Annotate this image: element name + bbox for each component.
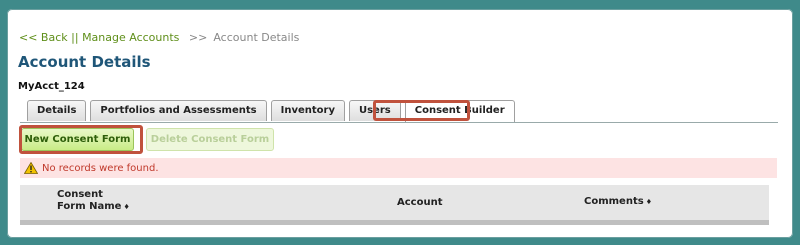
tab-details[interactable]: Details (27, 100, 87, 121)
tab-consent-builder[interactable]: Consent Builder (404, 100, 515, 122)
new-consent-form-button[interactable]: New Consent Form (21, 128, 134, 151)
account-name: MyAcct_124 (18, 81, 85, 92)
warning-icon (24, 162, 38, 174)
breadcrumb-current: Account Details (213, 31, 300, 44)
alert-message: No records were found. (42, 162, 159, 174)
column-name-line1: Consent (57, 189, 103, 200)
column-account: Account (397, 197, 443, 208)
no-records-alert: No records were found. (20, 158, 777, 178)
tab-inventory[interactable]: Inventory (270, 100, 345, 121)
app-frame: << Back || Manage Accounts >> Account Det… (7, 9, 793, 238)
back-link[interactable]: << Back (19, 31, 68, 44)
column-comments-label: Comments (584, 196, 644, 207)
page-title: Account Details (18, 53, 151, 71)
column-name-line2: Form Name (57, 201, 122, 212)
sort-icon: ♦ (645, 198, 652, 206)
column-comments[interactable]: Comments ♦ (584, 196, 652, 207)
grid-footer (20, 220, 769, 225)
tab-baseline (20, 122, 778, 123)
grid-header: Consent Form Name ♦ Account Comments ♦ (20, 185, 769, 220)
tab-users[interactable]: Users (348, 100, 401, 121)
sort-icon: ♦ (123, 203, 130, 211)
delete-consent-form-button: Delete Consent Form (146, 128, 274, 151)
column-consent-form-name[interactable]: Consent Form Name ♦ (57, 189, 130, 213)
breadcrumb: << Back || Manage Accounts >> Account Det… (19, 31, 299, 44)
manage-accounts-link[interactable]: Manage Accounts (82, 31, 179, 44)
tab-portfolios-and-assessments[interactable]: Portfolios and Assessments (90, 100, 267, 121)
breadcrumb-arrow: >> (188, 31, 208, 44)
tab-bar: Details Portfolios and Assessments Inven… (27, 100, 515, 122)
breadcrumb-divider: || (71, 31, 79, 44)
